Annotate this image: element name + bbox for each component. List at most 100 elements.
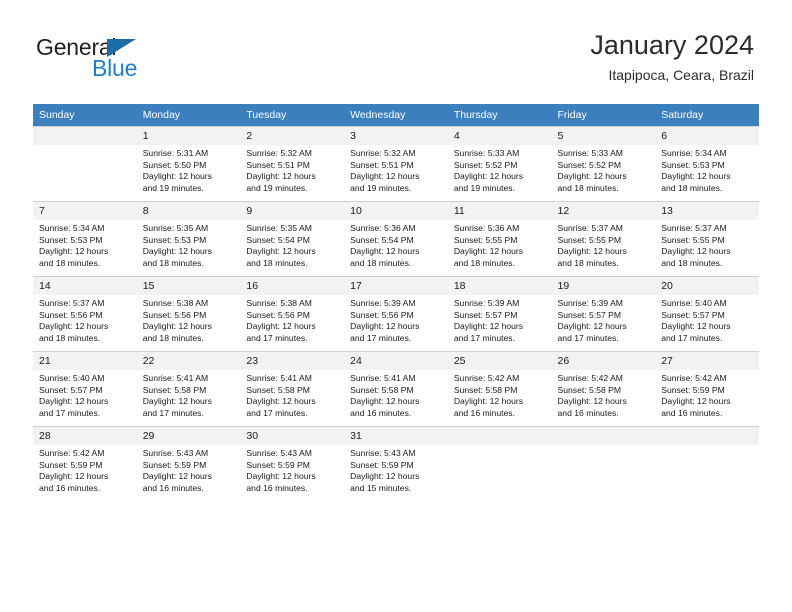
daylight-text-line1: Daylight: 12 hours — [246, 246, 316, 257]
sunset-text: Sunset: 5:54 PM — [246, 234, 310, 245]
weekday-header-friday: Friday — [551, 104, 656, 127]
day-details: Sunrise: 5:34 AM Sunset: 5:53 PM Daylight:… — [655, 145, 759, 194]
calendar-day-cell[interactable]: 15 Sunrise: 5:38 AM Sunset: 5:56 PM Dayligh… — [136, 276, 241, 352]
weekday-header-monday: Monday — [136, 104, 241, 127]
calendar-day-cell[interactable]: 14 Sunrise: 5:37 AM Sunset: 5:56 PM Dayligh… — [33, 276, 137, 352]
calendar-day-cell[interactable]: 6 Sunrise: 5:34 AM Sunset: 5:53 PM Daylight… — [655, 126, 759, 202]
sunset-text: Sunset: 5:58 PM — [557, 384, 622, 395]
generalblue-logo[interactable]: General Blue — [36, 34, 236, 84]
sunrise-text: Sunrise: 5:37 AM — [557, 223, 623, 233]
daylight-text-line2: and 18 minutes. — [661, 182, 723, 193]
daylight-text-line1: Daylight: 12 hours — [350, 396, 420, 407]
sunset-text: Sunset: 5:52 PM — [453, 159, 518, 170]
daylight-text-line2: and 19 minutes. — [142, 182, 204, 193]
sunset-text: Sunset: 5:53 PM — [39, 234, 103, 245]
weekday-header-wednesday: Wednesday — [344, 104, 448, 127]
daylight-text-line1: Daylight: 12 hours — [142, 396, 212, 407]
daylight-text-line1: Daylight: 12 hours — [142, 171, 212, 182]
calendar-week-row: 28 Sunrise: 5:42 AM Sunset: 5:59 PM Dayligh… — [33, 426, 759, 501]
day-number: 3 — [344, 127, 448, 145]
calendar-cell-empty — [33, 126, 137, 202]
calendar-day-cell[interactable]: 21 Sunrise: 5:40 AM Sunset: 5:57 PM Dayligh… — [33, 351, 137, 427]
sunset-text: Sunset: 5:50 PM — [142, 159, 207, 170]
sunset-text: Sunset: 5:59 PM — [142, 459, 207, 470]
sunrise-text: Sunrise: 5:41 AM — [142, 373, 209, 383]
sunrise-text: Sunrise: 5:33 AM — [557, 148, 623, 158]
day-details: Sunrise: 5:37 AM Sunset: 5:55 PM Daylight:… — [552, 220, 656, 269]
day-number: 7 — [33, 202, 137, 220]
calendar-day-cell[interactable]: 24 Sunrise: 5:41 AM Sunset: 5:58 PM Dayligh… — [344, 351, 448, 427]
calendar-day-cell[interactable]: 22 Sunrise: 5:41 AM Sunset: 5:58 PM Dayligh… — [136, 351, 241, 427]
day-number — [33, 127, 137, 145]
sunrise-text: Sunrise: 5:37 AM — [39, 298, 105, 308]
daylight-text-line2: and 18 minutes. — [557, 182, 619, 193]
calendar-day-cell[interactable]: 5 Sunrise: 5:33 AM Sunset: 5:52 PM Daylight… — [551, 126, 656, 202]
sunset-text: Sunset: 5:56 PM — [246, 309, 310, 320]
calendar-day-cell[interactable]: 19 Sunrise: 5:39 AM Sunset: 5:57 PM Dayligh… — [551, 276, 656, 352]
calendar-day-cell[interactable]: 18 Sunrise: 5:39 AM Sunset: 5:57 PM Dayligh… — [447, 276, 552, 352]
calendar-day-cell[interactable]: 20 Sunrise: 5:40 AM Sunset: 5:57 PM Dayligh… — [655, 276, 759, 352]
sunrise-text: Sunrise: 5:37 AM — [661, 223, 727, 233]
day-number: 17 — [344, 277, 448, 295]
day-details: Sunrise: 5:34 AM Sunset: 5:53 PM Daylight:… — [33, 220, 137, 269]
day-details: Sunrise: 5:43 AM Sunset: 5:59 PM Daylight:… — [344, 445, 448, 494]
calendar-day-cell[interactable]: 1 Sunrise: 5:31 AM Sunset: 5:50 PM Daylight… — [136, 126, 241, 202]
calendar-day-cell[interactable]: 29 Sunrise: 5:43 AM Sunset: 5:59 PM Dayligh… — [136, 426, 241, 501]
calendar-body: 1 Sunrise: 5:31 AM Sunset: 5:50 PM Daylight… — [33, 126, 759, 501]
day-number: 2 — [240, 127, 345, 145]
calendar-header-row: Sunday Monday Tuesday Wednesday Thursday Frid… — [33, 104, 759, 127]
calendar-day-cell[interactable]: 13 Sunrise: 5:37 AM Sunset: 5:55 PM Dayligh… — [655, 201, 759, 277]
daylight-text-line1: Daylight: 12 hours — [350, 471, 420, 482]
daylight-text-line1: Daylight: 12 hours — [246, 321, 316, 332]
calendar-day-cell[interactable]: 4 Sunrise: 5:33 AM Sunset: 5:52 PM Daylight… — [447, 126, 552, 202]
calendar-day-cell[interactable]: 8 Sunrise: 5:35 AM Sunset: 5:53 PM Daylight… — [136, 201, 241, 277]
calendar-day-cell[interactable]: 26 Sunrise: 5:42 AM Sunset: 5:58 PM Dayligh… — [551, 351, 656, 427]
calendar-day-cell[interactable]: 28 Sunrise: 5:42 AM Sunset: 5:59 PM Dayligh… — [33, 426, 137, 501]
day-number: 19 — [551, 277, 656, 295]
calendar-cell-empty — [551, 426, 656, 501]
calendar-day-cell[interactable]: 3 Sunrise: 5:32 AM Sunset: 5:51 PM Daylight… — [344, 126, 448, 202]
calendar-day-cell[interactable]: 10 Sunrise: 5:36 AM Sunset: 5:54 PM Dayligh… — [344, 201, 448, 277]
calendar-day-cell[interactable]: 30 Sunrise: 5:43 AM Sunset: 5:59 PM Dayligh… — [240, 426, 345, 501]
calendar-day-cell[interactable]: 9 Sunrise: 5:35 AM Sunset: 5:54 PM Daylight… — [240, 201, 345, 277]
day-details: Sunrise: 5:42 AM Sunset: 5:58 PM Daylight:… — [448, 370, 552, 419]
day-details: Sunrise: 5:32 AM Sunset: 5:51 PM Daylight:… — [240, 145, 344, 194]
calendar-page: General Blue January 2024 Itapipoca, Cea… — [0, 0, 792, 612]
calendar-day-cell[interactable]: 12 Sunrise: 5:37 AM Sunset: 5:55 PM Dayligh… — [551, 201, 656, 277]
daylight-text-line1: Daylight: 12 hours — [246, 396, 316, 407]
daylight-text-line1: Daylight: 12 hours — [453, 396, 524, 407]
sunrise-text: Sunrise: 5:32 AM — [246, 148, 312, 158]
daylight-text-line2: and 18 minutes. — [142, 257, 204, 268]
daylight-text-line2: and 17 minutes. — [350, 332, 412, 343]
calendar-day-cell[interactable]: 25 Sunrise: 5:42 AM Sunset: 5:58 PM Dayligh… — [447, 351, 552, 427]
calendar-day-cell[interactable]: 31 Sunrise: 5:43 AM Sunset: 5:59 PM Dayligh… — [344, 426, 448, 501]
daylight-text-line2: and 17 minutes. — [557, 332, 619, 343]
daylight-text-line2: and 19 minutes. — [246, 182, 308, 193]
sunset-text: Sunset: 5:52 PM — [557, 159, 622, 170]
weekday-header-sunday: Sunday — [33, 104, 137, 127]
day-number: 5 — [551, 127, 656, 145]
calendar-day-cell[interactable]: 7 Sunrise: 5:34 AM Sunset: 5:53 PM Daylight… — [33, 201, 137, 277]
day-number: 31 — [344, 427, 448, 445]
sunrise-text: Sunrise: 5:41 AM — [350, 373, 416, 383]
calendar-day-cell[interactable]: 16 Sunrise: 5:38 AM Sunset: 5:56 PM Dayligh… — [240, 276, 345, 352]
calendar-day-cell[interactable]: 17 Sunrise: 5:39 AM Sunset: 5:56 PM Dayligh… — [344, 276, 448, 352]
calendar-day-cell[interactable]: 2 Sunrise: 5:32 AM Sunset: 5:51 PM Daylight… — [240, 126, 345, 202]
day-details: Sunrise: 5:41 AM Sunset: 5:58 PM Daylight:… — [344, 370, 448, 419]
daylight-text-line2: and 19 minutes. — [453, 182, 515, 193]
calendar-day-cell[interactable]: 23 Sunrise: 5:41 AM Sunset: 5:58 PM Dayligh… — [240, 351, 345, 427]
day-number: 1 — [136, 127, 241, 145]
calendar-day-cell[interactable]: 27 Sunrise: 5:42 AM Sunset: 5:59 PM Dayligh… — [655, 351, 759, 427]
day-details: Sunrise: 5:43 AM Sunset: 5:59 PM Daylight:… — [137, 445, 241, 494]
daylight-text-line2: and 18 minutes. — [246, 257, 308, 268]
day-number: 10 — [344, 202, 448, 220]
sunset-text: Sunset: 5:57 PM — [453, 309, 518, 320]
sunrise-text: Sunrise: 5:34 AM — [39, 223, 105, 233]
page-header: General Blue January 2024 Itapipoca, Cea… — [0, 0, 792, 104]
day-details: Sunrise: 5:40 AM Sunset: 5:57 PM Daylight:… — [655, 295, 759, 344]
day-number: 8 — [136, 202, 241, 220]
day-details: Sunrise: 5:32 AM Sunset: 5:51 PM Daylight:… — [344, 145, 448, 194]
calendar-day-cell[interactable]: 11 Sunrise: 5:36 AM Sunset: 5:55 PM Dayligh… — [447, 201, 552, 277]
sunset-text: Sunset: 5:58 PM — [142, 384, 207, 395]
daylight-text-line1: Daylight: 12 hours — [246, 471, 316, 482]
